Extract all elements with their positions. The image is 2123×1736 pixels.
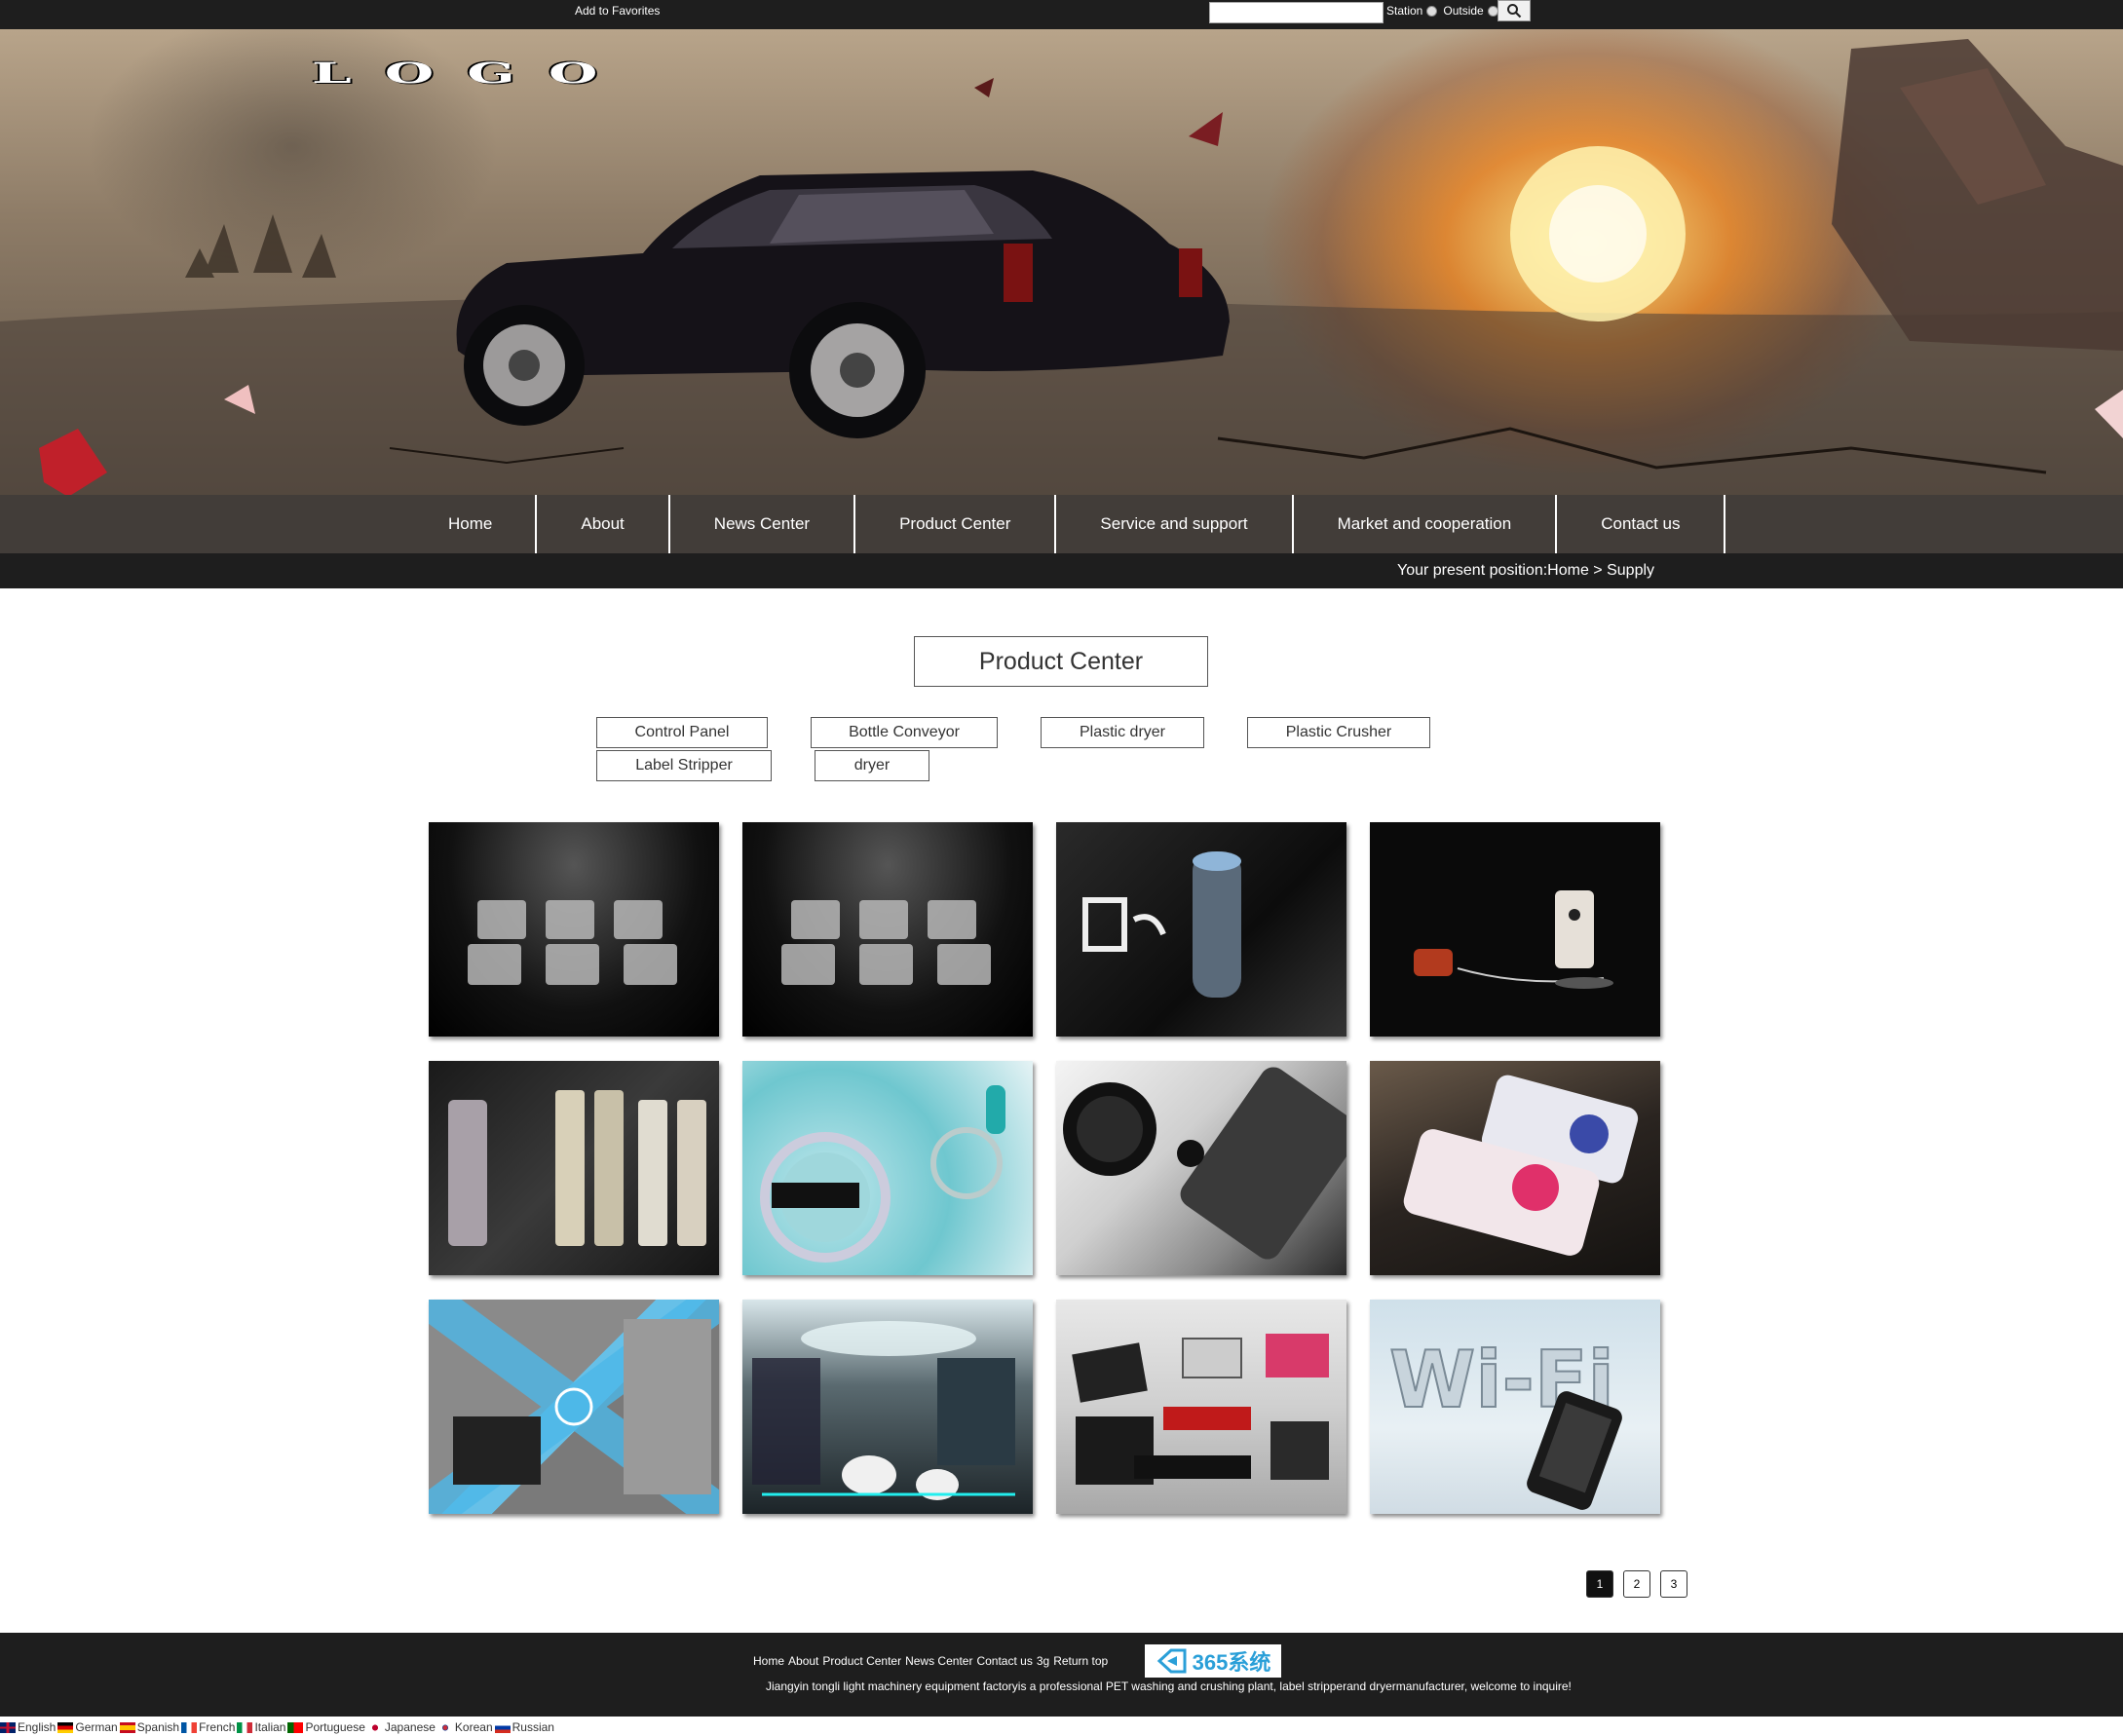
lang-english-label: English	[18, 1720, 57, 1734]
logo-mark-icon	[1156, 1648, 1187, 1674]
footer-link-about[interactable]: About	[788, 1654, 818, 1668]
radio-station[interactable]	[1426, 5, 1438, 17]
uk-flag-icon	[0, 1721, 16, 1733]
lang-german-label: German	[75, 1720, 118, 1734]
breadcrumb: Your present position:Home > Supply	[1397, 562, 1655, 579]
portugal-flag-icon	[287, 1721, 304, 1733]
category-control-panel[interactable]: Control Panel	[596, 717, 768, 748]
category-dryer[interactable]: dryer	[815, 750, 929, 781]
lang-japanese[interactable]: Japanese	[366, 1720, 436, 1734]
product-thumbnail[interactable]	[429, 1061, 719, 1275]
lang-korean-label: Korean	[454, 1720, 493, 1734]
lang-spanish-label: Spanish	[136, 1720, 180, 1734]
nav-service-support[interactable]: Service and support	[1056, 495, 1294, 553]
page-3-button[interactable]: 3	[1660, 1570, 1687, 1598]
lang-french-label: French	[199, 1720, 236, 1734]
main-nav: Home About News Center Product Center Se…	[0, 495, 2123, 553]
footer-copyright: Jiangyin tongli light machinery equipmen…	[766, 1679, 1572, 1693]
product-image	[1072, 1334, 1329, 1485]
product-thumbnail[interactable]	[742, 822, 1033, 1037]
nav-product-center[interactable]: Product Center	[855, 495, 1057, 553]
product-thumbnail[interactable]	[1056, 1300, 1346, 1514]
product-image: Wi-Fi	[1388, 1334, 1622, 1510]
page-title: Product Center	[914, 636, 1208, 687]
product-image	[1063, 1067, 1346, 1260]
product-thumbnail[interactable]	[742, 1061, 1033, 1275]
footer: Home About Product Center News Center Co…	[0, 1633, 2123, 1717]
search-input[interactable]	[1209, 2, 1384, 23]
lang-german[interactable]: German	[57, 1720, 118, 1734]
search-scope: Station Outside	[1386, 4, 1502, 18]
footer-link-contact-us[interactable]: Contact us	[976, 1654, 1032, 1668]
japan-flag-icon	[366, 1721, 383, 1733]
lang-korean[interactable]: Korean	[436, 1720, 493, 1734]
lang-spanish[interactable]: Spanish	[119, 1720, 180, 1734]
search-icon	[1507, 4, 1522, 19]
product-image	[448, 1090, 706, 1246]
product-thumbnail[interactable]: Wi-Fi	[1370, 1300, 1660, 1514]
category-plastic-crusher[interactable]: Plastic Crusher	[1247, 717, 1430, 748]
lang-portuguese-label: Portuguese	[305, 1720, 365, 1734]
product-image	[752, 1321, 1015, 1500]
category-bottle-conveyor[interactable]: Bottle Conveyor	[811, 717, 998, 748]
site-logo[interactable]: LOGO	[312, 57, 630, 90]
product-thumbnail[interactable]	[1370, 822, 1660, 1037]
banner-illustration	[0, 39, 2123, 495]
pagination: 1 2 3	[1586, 1570, 1687, 1598]
lang-japanese-label: Japanese	[384, 1720, 436, 1734]
nav-market-cooperation[interactable]: Market and cooperation	[1294, 495, 1558, 553]
category-label-stripper[interactable]: Label Stripper	[596, 750, 772, 781]
footer-link-3g[interactable]: 3g	[1037, 1654, 1049, 1668]
product-thumbnail[interactable]	[1056, 822, 1346, 1037]
product-image	[1403, 1075, 1639, 1256]
product-image	[468, 900, 677, 985]
nav-news-center[interactable]: News Center	[670, 495, 856, 553]
footer-logo[interactable]: 365系统	[1145, 1644, 1281, 1678]
france-flag-icon	[181, 1721, 198, 1733]
nav-contact-us[interactable]: Contact us	[1557, 495, 1726, 553]
nav-about[interactable]: About	[537, 495, 670, 553]
product-image	[760, 1085, 1005, 1263]
radio-station-label: Station	[1386, 4, 1423, 18]
nav-home[interactable]: Home	[407, 495, 538, 553]
lang-italian-label: Italian	[254, 1720, 286, 1734]
footer-logo-text: 365系统	[1192, 1650, 1271, 1675]
germany-flag-icon	[57, 1721, 74, 1733]
product-image	[1414, 890, 1613, 989]
product-thumbnail[interactable]	[742, 1300, 1033, 1514]
add-to-favorites-link[interactable]: Add to Favorites	[575, 4, 660, 18]
category-plastic-dryer[interactable]: Plastic dryer	[1041, 717, 1204, 748]
footer-link-home[interactable]: Home	[753, 1654, 784, 1668]
product-image	[1082, 851, 1241, 998]
language-bar: English German Spanish French Italian Po…	[0, 1718, 556, 1736]
radio-outside-label: Outside	[1443, 4, 1484, 18]
russia-flag-icon	[494, 1721, 511, 1733]
header-banner: LOGO	[0, 29, 2123, 495]
lang-portuguese[interactable]: Portuguese	[287, 1720, 365, 1734]
lang-french[interactable]: French	[181, 1720, 235, 1734]
lang-russian[interactable]: Russian	[494, 1720, 554, 1734]
breadcrumb-bar: Your present position:Home > Supply	[0, 553, 2123, 588]
footer-links: Home About Product Center News Center Co…	[753, 1654, 1108, 1668]
product-image	[429, 1300, 719, 1514]
italy-flag-icon	[237, 1721, 253, 1733]
page-1-button[interactable]: 1	[1586, 1570, 1613, 1598]
korea-flag-icon	[436, 1721, 453, 1733]
footer-link-product-center[interactable]: Product Center	[822, 1654, 901, 1668]
product-image	[781, 900, 991, 985]
page-2-button[interactable]: 2	[1623, 1570, 1650, 1598]
lang-english[interactable]: English	[0, 1720, 56, 1734]
footer-link-news-center[interactable]: News Center	[905, 1654, 972, 1668]
product-thumbnail[interactable]	[429, 822, 719, 1037]
spain-flag-icon	[119, 1721, 135, 1733]
product-thumbnail[interactable]	[1370, 1061, 1660, 1275]
lang-russian-label: Russian	[512, 1720, 554, 1734]
footer-link-return-top[interactable]: Return top	[1053, 1654, 1108, 1668]
product-thumbnail[interactable]	[1056, 1061, 1346, 1275]
top-bar: Add to Favorites Station Outside	[0, 0, 2123, 29]
search-button[interactable]	[1497, 0, 1531, 21]
lang-italian[interactable]: Italian	[237, 1720, 285, 1734]
product-thumbnail[interactable]	[429, 1300, 719, 1514]
